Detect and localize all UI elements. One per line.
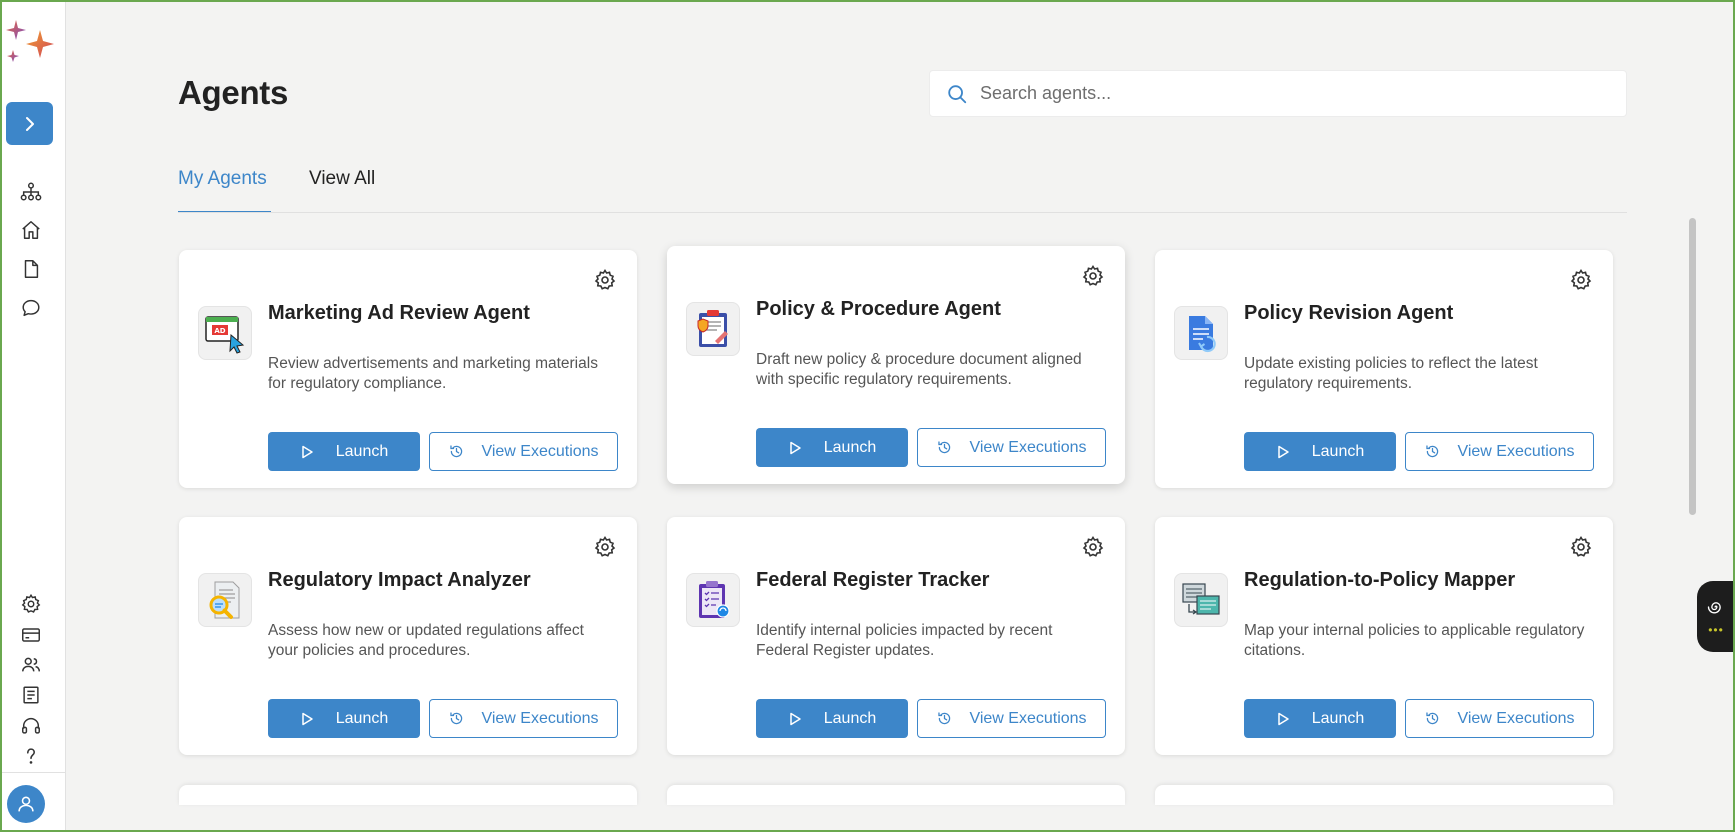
history-icon <box>1426 712 1439 725</box>
agent-card: Regulatory Impact Analyzer Assess how ne… <box>179 517 637 755</box>
view-executions-label: View Executions <box>1457 442 1575 460</box>
mapping-documents-icon <box>1174 573 1228 627</box>
notes-icon[interactable] <box>18 682 44 708</box>
launch-button[interactable]: Launch <box>268 699 420 738</box>
svg-text:AD: AD <box>214 327 225 335</box>
sidebar <box>2 2 66 830</box>
assistant-widget-button[interactable]: ••• <box>1697 581 1735 652</box>
view-executions-button[interactable]: View Executions <box>917 428 1106 467</box>
tabs-divider <box>178 212 1627 213</box>
launch-button[interactable]: Launch <box>756 699 908 738</box>
chevron-right-icon <box>25 116 34 131</box>
scrollbar[interactable] <box>1689 218 1696 796</box>
agent-card-partial <box>667 785 1125 805</box>
tab-view-all[interactable]: View All <box>309 168 375 190</box>
spiral-icon <box>1707 601 1721 613</box>
launch-button[interactable]: Launch <box>756 428 908 467</box>
agent-card: Regulation-to-Policy Mapper Map your int… <box>1155 517 1613 755</box>
search-input[interactable] <box>980 83 1580 104</box>
gear-icon[interactable] <box>1081 535 1105 559</box>
launch-label: Launch <box>335 709 389 727</box>
agent-card-partial <box>179 785 637 805</box>
org-chart-icon[interactable] <box>18 179 44 205</box>
search-box[interactable] <box>929 70 1627 117</box>
gear-icon[interactable] <box>593 268 617 292</box>
view-executions-label: View Executions <box>969 709 1087 727</box>
agent-title: Regulatory Impact Analyzer <box>268 569 531 591</box>
launch-label: Launch <box>1311 709 1365 727</box>
play-icon <box>302 712 313 725</box>
agent-title: Regulation-to-Policy Mapper <box>1244 569 1516 591</box>
agent-description: Review advertisements and marketing mate… <box>268 355 598 392</box>
agent-card-partial <box>1155 785 1613 805</box>
chat-icon[interactable] <box>18 295 44 321</box>
view-executions-button[interactable]: View Executions <box>1405 432 1594 471</box>
sparkle-logo-icon <box>2 14 62 74</box>
agent-card: Policy & Procedure Agent Draft new polic… <box>667 246 1125 484</box>
view-executions-label: View Executions <box>481 442 599 460</box>
play-icon <box>1278 445 1289 458</box>
launch-label: Launch <box>823 438 877 456</box>
agent-card: AD Marketing Ad Review Agent Review adve… <box>179 250 637 488</box>
launch-button[interactable]: Launch <box>1244 699 1396 738</box>
launch-button[interactable]: Launch <box>1244 432 1396 471</box>
tab-my-agents[interactable]: My Agents <box>178 168 267 190</box>
view-executions-button[interactable]: View Executions <box>1405 699 1594 738</box>
history-icon <box>450 445 463 458</box>
launch-label: Launch <box>335 442 389 460</box>
view-executions-label: View Executions <box>969 438 1087 456</box>
agent-card: Policy Revision Agent Update existing po… <box>1155 250 1613 488</box>
history-icon <box>450 712 463 725</box>
gear-icon[interactable] <box>593 535 617 559</box>
view-executions-button[interactable]: View Executions <box>429 432 618 471</box>
history-icon <box>938 441 951 454</box>
document-icon[interactable] <box>18 256 44 282</box>
gear-icon[interactable] <box>1569 535 1593 559</box>
more-dots-icon: ••• <box>1708 622 1724 637</box>
headset-icon[interactable] <box>18 713 44 739</box>
agent-description: Update existing policies to reflect the … <box>1244 355 1538 392</box>
home-icon[interactable] <box>18 217 44 243</box>
agent-description: Draft new policy & procedure document al… <box>756 351 1082 388</box>
agent-card: Federal Register Tracker Identify intern… <box>667 517 1125 755</box>
launch-label: Launch <box>823 709 877 727</box>
policy-clipboard-icon <box>686 302 740 356</box>
play-icon <box>1278 712 1289 725</box>
play-icon <box>790 441 801 454</box>
agent-description: Assess how new or updated regulations af… <box>268 622 584 659</box>
launch-label: Launch <box>1311 442 1365 460</box>
view-executions-button[interactable]: View Executions <box>429 699 618 738</box>
agent-description: Identify internal policies impacted by r… <box>756 622 1053 659</box>
agent-description: Map your internal policies to applicable… <box>1244 622 1585 659</box>
view-executions-button[interactable]: View Executions <box>917 699 1106 738</box>
user-icon <box>18 796 34 812</box>
user-avatar[interactable] <box>7 785 45 823</box>
view-executions-label: View Executions <box>1457 709 1575 727</box>
gear-icon[interactable] <box>1081 264 1105 288</box>
credit-card-icon[interactable] <box>18 622 44 648</box>
history-icon <box>938 712 951 725</box>
expand-sidebar-button[interactable] <box>6 102 53 145</box>
sidebar-divider <box>2 772 66 773</box>
magnifier-document-icon <box>198 573 252 627</box>
clipboard-checklist-icon <box>686 573 740 627</box>
agent-title: Marketing Ad Review Agent <box>268 302 530 324</box>
view-executions-label: View Executions <box>481 709 599 727</box>
agent-title: Federal Register Tracker <box>756 569 990 591</box>
launch-button[interactable]: Launch <box>268 432 420 471</box>
settings-icon[interactable] <box>18 591 44 617</box>
document-revision-icon <box>1174 306 1228 360</box>
users-icon[interactable] <box>18 652 44 678</box>
page-title: Agents <box>178 74 289 111</box>
help-icon[interactable] <box>18 743 44 769</box>
history-icon <box>1426 445 1439 458</box>
scrollbar-thumb[interactable] <box>1689 218 1696 515</box>
ad-review-icon: AD <box>198 306 252 360</box>
play-icon <box>302 445 313 458</box>
gear-icon[interactable] <box>1569 268 1593 292</box>
agent-title: Policy Revision Agent <box>1244 302 1454 324</box>
search-icon <box>948 84 967 103</box>
agent-title: Policy & Procedure Agent <box>756 298 1001 320</box>
play-icon <box>790 712 801 725</box>
